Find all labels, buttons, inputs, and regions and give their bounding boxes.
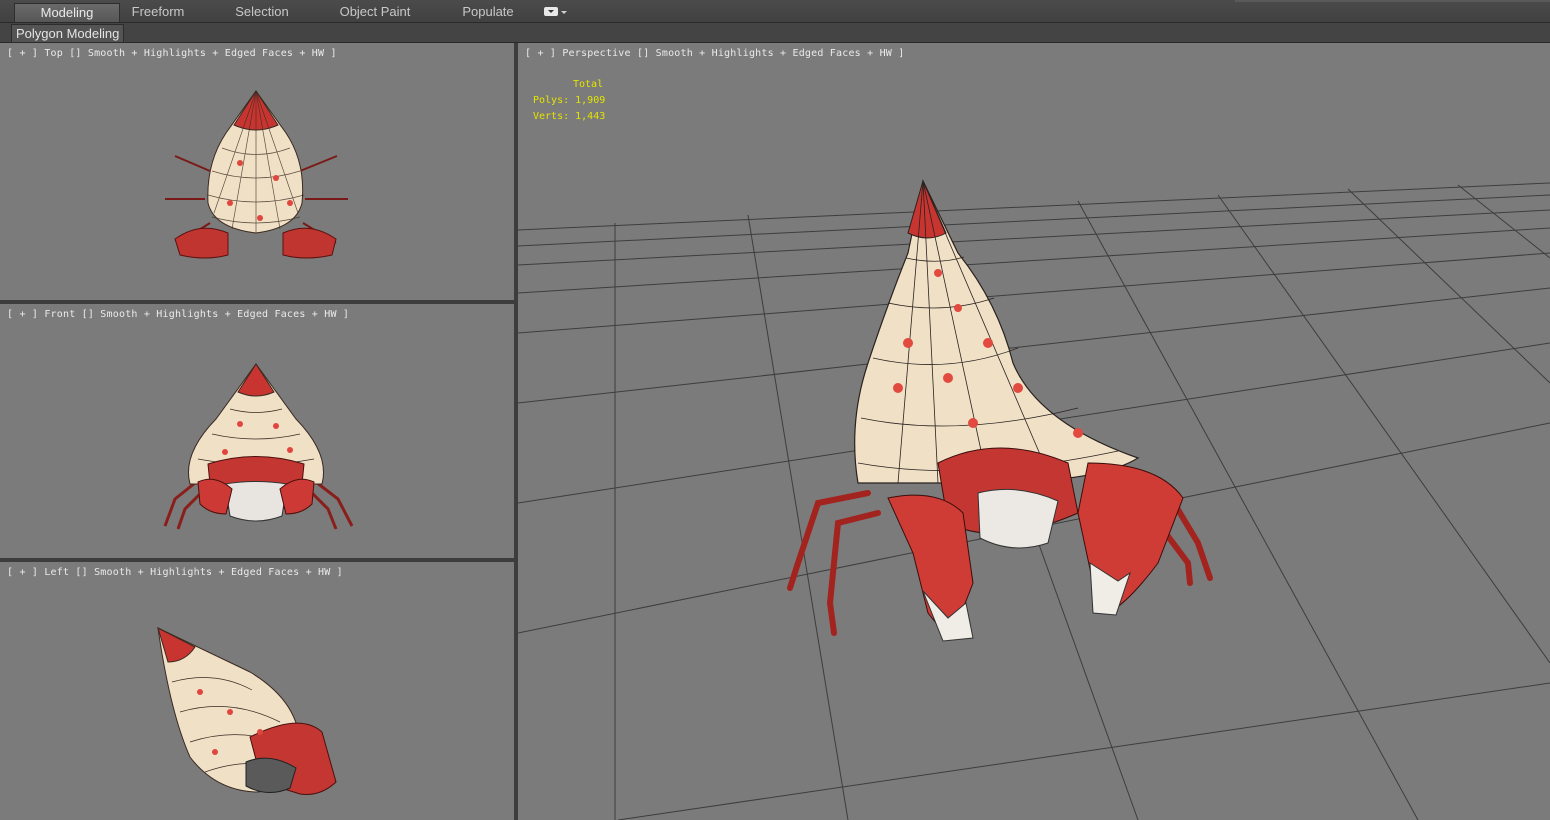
viewport-perspective[interactable]: [ + ] Perspective [] Smooth + Highlights… xyxy=(518,43,1550,820)
polygon-modeling-button[interactable]: Polygon Modeling xyxy=(11,24,125,43)
viewport-top[interactable]: [ + ] Top [] Smooth + Highlights + Edged… xyxy=(0,43,514,300)
viewport-front[interactable]: [ + ] Front [] Smooth + Highlights + Edg… xyxy=(0,304,514,558)
ribbon-divider xyxy=(1235,0,1550,2)
viewport-left[interactable]: [ + ] Left [] Smooth + Highlights + Edge… xyxy=(0,562,514,820)
stats-verts: Verts: 1,443 xyxy=(533,111,606,122)
ribbon-panel: Polygon Modeling xyxy=(0,23,1550,43)
left-view-model xyxy=(157,627,337,795)
top-view-model xyxy=(165,90,348,259)
perspective-model xyxy=(787,179,1213,642)
stats-polys: Polys: 1,909 xyxy=(533,95,606,106)
dropdown-options-icon[interactable] xyxy=(543,5,569,19)
scene-statistics: Total Polys: 1,909 Verts: 1,443 xyxy=(533,77,605,125)
tab-selection[interactable]: Selection xyxy=(222,3,302,21)
viewport-label-left[interactable]: [ + ] Left [] Smooth + Highlights + Edge… xyxy=(7,567,343,578)
tab-populate[interactable]: Populate xyxy=(448,3,528,21)
tab-object-paint[interactable]: Object Paint xyxy=(330,3,420,21)
viewport-label-perspective[interactable]: [ + ] Perspective [] Smooth + Highlights… xyxy=(525,48,904,59)
ribbon-tab-bar: Modeling Freeform Selection Object Paint… xyxy=(0,0,1550,23)
viewport-label-top[interactable]: [ + ] Top [] Smooth + Highlights + Edged… xyxy=(7,48,337,59)
stats-total-label: Total xyxy=(573,79,604,90)
tab-modeling[interactable]: Modeling xyxy=(14,3,120,22)
viewport-label-front[interactable]: [ + ] Front [] Smooth + Highlights + Edg… xyxy=(7,309,349,320)
tab-freeform[interactable]: Freeform xyxy=(118,3,198,21)
front-view-model xyxy=(163,363,354,530)
